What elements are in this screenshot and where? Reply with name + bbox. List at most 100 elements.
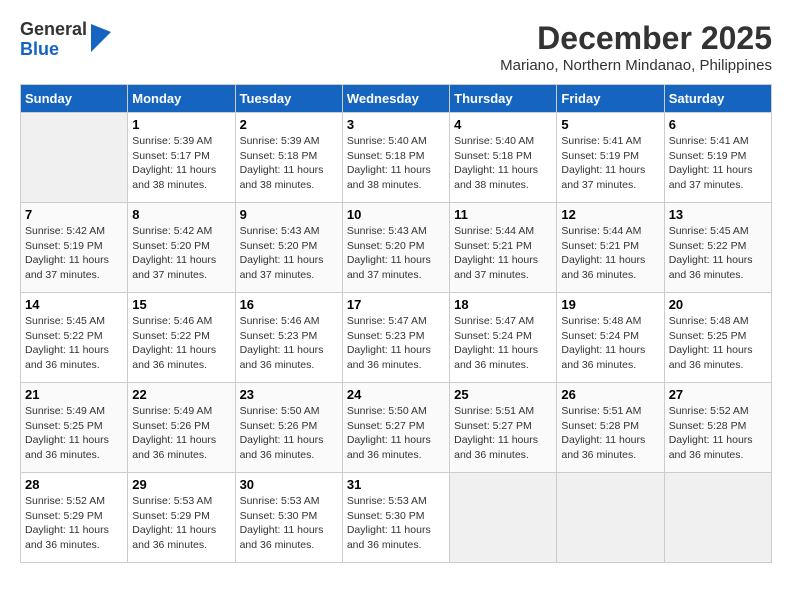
- day-number: 6: [669, 117, 767, 132]
- calendar-week-row: 28Sunrise: 5:52 AMSunset: 5:29 PMDayligh…: [21, 473, 772, 563]
- calendar-cell: 10 Sunrise: 5:43 AMSunset: 5:20 PMDayligh…: [342, 203, 449, 293]
- calendar-week-row: 21 Sunrise: 5:49 AMSunset: 5:25 PMDayligh…: [21, 383, 772, 473]
- calendar-cell: 9 Sunrise: 5:43 AMSunset: 5:20 PMDaylight…: [235, 203, 342, 293]
- column-header-sunday: Sunday: [21, 85, 128, 113]
- calendar-week-row: 7 Sunrise: 5:42 AMSunset: 5:19 PMDaylight…: [21, 203, 772, 293]
- calendar-cell: 24 Sunrise: 5:50 AMSunset: 5:27 PMDayligh…: [342, 383, 449, 473]
- logo-icon: [91, 24, 111, 52]
- calendar-cell: 21 Sunrise: 5:49 AMSunset: 5:25 PMDayligh…: [21, 383, 128, 473]
- calendar-cell: 31 Sunrise: 5:53 AMSunset: 5:30 PMDayligh…: [342, 473, 449, 563]
- day-number: 18: [454, 297, 552, 312]
- calendar-cell: 20 Sunrise: 5:48 AMSunset: 5:25 PMDayligh…: [664, 293, 771, 383]
- cell-info: Sunrise: 5:46 AMSunset: 5:22 PMDaylight:…: [132, 314, 230, 373]
- day-number: 24: [347, 387, 445, 402]
- calendar-cell: 26 Sunrise: 5:51 AMSunset: 5:28 PMDayligh…: [557, 383, 664, 473]
- calendar-cell: 30 Sunrise: 5:53 AMSunset: 5:30 PMDayligh…: [235, 473, 342, 563]
- column-header-wednesday: Wednesday: [342, 85, 449, 113]
- cell-info: Sunrise: 5:53 AMSunset: 5:30 PMDaylight:…: [347, 494, 445, 553]
- day-number: 7: [25, 207, 123, 222]
- calendar-cell: 3Sunrise: 5:40 AMSunset: 5:18 PMDaylight…: [342, 113, 449, 203]
- calendar-cell: 1 Sunrise: 5:39 AMSunset: 5:17 PMDaylight…: [128, 113, 235, 203]
- cell-info: Sunrise: 5:41 AMSunset: 5:19 PMDaylight:…: [669, 134, 767, 193]
- cell-info: Sunrise: 5:49 AMSunset: 5:26 PMDaylight:…: [132, 404, 230, 463]
- day-number: 8: [132, 207, 230, 222]
- calendar-cell: 4Sunrise: 5:40 AMSunset: 5:18 PMDaylight…: [450, 113, 557, 203]
- calendar-week-row: 14Sunrise: 5:45 AMSunset: 5:22 PMDayligh…: [21, 293, 772, 383]
- day-number: 9: [240, 207, 338, 222]
- cell-info: Sunrise: 5:42 AMSunset: 5:20 PMDaylight:…: [132, 224, 230, 283]
- calendar-cell: 22Sunrise: 5:49 AMSunset: 5:26 PMDayligh…: [128, 383, 235, 473]
- cell-info: Sunrise: 5:50 AMSunset: 5:26 PMDaylight:…: [240, 404, 338, 463]
- cell-info: Sunrise: 5:40 AMSunset: 5:18 PMDaylight:…: [347, 134, 445, 193]
- cell-info: Sunrise: 5:53 AMSunset: 5:29 PMDaylight:…: [132, 494, 230, 553]
- calendar-cell: 18 Sunrise: 5:47 AMSunset: 5:24 PMDayligh…: [450, 293, 557, 383]
- day-number: 16: [240, 297, 338, 312]
- cell-info: Sunrise: 5:50 AMSunset: 5:27 PMDaylight:…: [347, 404, 445, 463]
- day-number: 11: [454, 207, 552, 222]
- calendar-cell: 25 Sunrise: 5:51 AMSunset: 5:27 PMDayligh…: [450, 383, 557, 473]
- calendar-cell: 13 Sunrise: 5:45 AMSunset: 5:22 PMDayligh…: [664, 203, 771, 293]
- day-number: 15: [132, 297, 230, 312]
- logo: General Blue: [20, 20, 111, 60]
- day-number: 25: [454, 387, 552, 402]
- column-header-saturday: Saturday: [664, 85, 771, 113]
- page-header: General Blue December 2025 Mariano, Nort…: [20, 20, 772, 74]
- calendar-cell: 19Sunrise: 5:48 AMSunset: 5:24 PMDayligh…: [557, 293, 664, 383]
- calendar-cell: [21, 113, 128, 203]
- day-number: 29: [132, 477, 230, 492]
- calendar-cell: 17Sunrise: 5:47 AMSunset: 5:23 PMDayligh…: [342, 293, 449, 383]
- cell-info: Sunrise: 5:46 AMSunset: 5:23 PMDaylight:…: [240, 314, 338, 373]
- cell-info: Sunrise: 5:48 AMSunset: 5:25 PMDaylight:…: [669, 314, 767, 373]
- calendar-cell: 8 Sunrise: 5:42 AMSunset: 5:20 PMDaylight…: [128, 203, 235, 293]
- day-number: 26: [561, 387, 659, 402]
- cell-info: Sunrise: 5:41 AMSunset: 5:19 PMDaylight:…: [561, 134, 659, 193]
- calendar-cell: 5 Sunrise: 5:41 AMSunset: 5:19 PMDaylight…: [557, 113, 664, 203]
- calendar-cell: 7 Sunrise: 5:42 AMSunset: 5:19 PMDaylight…: [21, 203, 128, 293]
- calendar-cell: 2Sunrise: 5:39 AMSunset: 5:18 PMDaylight…: [235, 113, 342, 203]
- cell-info: Sunrise: 5:45 AMSunset: 5:22 PMDaylight:…: [669, 224, 767, 283]
- cell-info: Sunrise: 5:52 AMSunset: 5:29 PMDaylight:…: [25, 494, 123, 553]
- cell-info: Sunrise: 5:53 AMSunset: 5:30 PMDaylight:…: [240, 494, 338, 553]
- day-number: 5: [561, 117, 659, 132]
- cell-info: Sunrise: 5:52 AMSunset: 5:28 PMDaylight:…: [669, 404, 767, 463]
- day-number: 10: [347, 207, 445, 222]
- cell-info: Sunrise: 5:43 AMSunset: 5:20 PMDaylight:…: [240, 224, 338, 283]
- location-title: Mariano, Northern Mindanao, Philippines: [500, 57, 772, 74]
- calendar-cell: 27 Sunrise: 5:52 AMSunset: 5:28 PMDayligh…: [664, 383, 771, 473]
- day-number: 1: [132, 117, 230, 132]
- cell-info: Sunrise: 5:39 AMSunset: 5:18 PMDaylight:…: [240, 134, 338, 193]
- calendar-cell: 15 Sunrise: 5:46 AMSunset: 5:22 PMDayligh…: [128, 293, 235, 383]
- calendar-cell: 11 Sunrise: 5:44 AMSunset: 5:21 PMDayligh…: [450, 203, 557, 293]
- cell-info: Sunrise: 5:44 AMSunset: 5:21 PMDaylight:…: [454, 224, 552, 283]
- calendar-cell: 12Sunrise: 5:44 AMSunset: 5:21 PMDayligh…: [557, 203, 664, 293]
- day-number: 27: [669, 387, 767, 402]
- cell-info: Sunrise: 5:44 AMSunset: 5:21 PMDaylight:…: [561, 224, 659, 283]
- cell-info: Sunrise: 5:51 AMSunset: 5:28 PMDaylight:…: [561, 404, 659, 463]
- cell-info: Sunrise: 5:42 AMSunset: 5:19 PMDaylight:…: [25, 224, 123, 283]
- cell-info: Sunrise: 5:51 AMSunset: 5:27 PMDaylight:…: [454, 404, 552, 463]
- cell-info: Sunrise: 5:45 AMSunset: 5:22 PMDaylight:…: [25, 314, 123, 373]
- calendar-cell: [557, 473, 664, 563]
- calendar-week-row: 1 Sunrise: 5:39 AMSunset: 5:17 PMDaylight…: [21, 113, 772, 203]
- column-header-monday: Monday: [128, 85, 235, 113]
- title-block: December 2025 Mariano, Northern Mindanao…: [500, 20, 772, 74]
- day-number: 17: [347, 297, 445, 312]
- logo-general: General: [20, 20, 87, 40]
- calendar-body: 1 Sunrise: 5:39 AMSunset: 5:17 PMDaylight…: [21, 113, 772, 563]
- calendar-cell: 14Sunrise: 5:45 AMSunset: 5:22 PMDayligh…: [21, 293, 128, 383]
- day-number: 13: [669, 207, 767, 222]
- calendar-header-row: SundayMondayTuesdayWednesdayThursdayFrid…: [21, 85, 772, 113]
- calendar-cell: [450, 473, 557, 563]
- cell-info: Sunrise: 5:39 AMSunset: 5:17 PMDaylight:…: [132, 134, 230, 193]
- calendar-cell: 16 Sunrise: 5:46 AMSunset: 5:23 PMDayligh…: [235, 293, 342, 383]
- cell-info: Sunrise: 5:43 AMSunset: 5:20 PMDaylight:…: [347, 224, 445, 283]
- logo-blue: Blue: [20, 40, 87, 60]
- cell-info: Sunrise: 5:47 AMSunset: 5:24 PMDaylight:…: [454, 314, 552, 373]
- day-number: 20: [669, 297, 767, 312]
- day-number: 30: [240, 477, 338, 492]
- cell-info: Sunrise: 5:48 AMSunset: 5:24 PMDaylight:…: [561, 314, 659, 373]
- day-number: 21: [25, 387, 123, 402]
- cell-info: Sunrise: 5:49 AMSunset: 5:25 PMDaylight:…: [25, 404, 123, 463]
- day-number: 31: [347, 477, 445, 492]
- calendar-cell: 29 Sunrise: 5:53 AMSunset: 5:29 PMDayligh…: [128, 473, 235, 563]
